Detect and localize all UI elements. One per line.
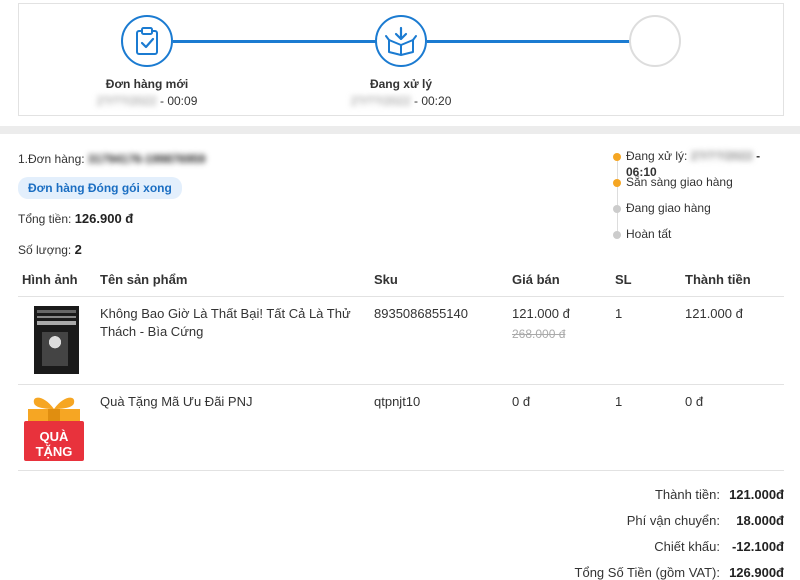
product-name[interactable]: Không Bao Giờ Là Thất Bại! Tất Cả Là Thử… xyxy=(100,305,360,341)
header-sku: Sku xyxy=(374,272,398,287)
product-price: 121.000 đ 268.000 đ xyxy=(512,306,570,341)
summary-shipping: Phí vận chuyển: 18.000đ xyxy=(626,512,784,528)
timeline-dot xyxy=(613,205,621,213)
step-processing-time: 2?/??/2022 - 00:20 xyxy=(350,94,452,108)
product-qty: 1 xyxy=(615,306,623,321)
step-new-date: 2?/??/2022 xyxy=(96,94,157,108)
step-pending-circle xyxy=(629,15,681,67)
order-quantity: Số lượng: 2 xyxy=(18,242,82,257)
step-new-circle xyxy=(121,15,173,67)
step-new-label: Đơn hàng mới xyxy=(105,77,189,91)
order-code-value: 31794176-199876959 xyxy=(87,152,206,166)
product-total: 0 đ xyxy=(685,394,704,409)
summary-subtotal: Thành tiền: 121.000đ xyxy=(654,486,784,502)
summary-grand-total: Tổng Số Tiền (gồm VAT): 126.900đ xyxy=(574,564,784,580)
timeline-dot xyxy=(613,179,621,187)
step-processing-circle xyxy=(375,15,427,67)
order-code: 1.Đơn hàng: 31794176-199876959 xyxy=(18,152,206,166)
header-qty: SL xyxy=(615,272,632,287)
table-header: Hình ảnh Tên sản phẩm Sku Giá bán SL Thà… xyxy=(18,262,784,297)
product-total: 121.000 đ xyxy=(685,306,743,321)
product-image-book[interactable] xyxy=(34,306,79,374)
order-total: Tổng tiền: 126.900 đ xyxy=(18,211,134,226)
product-old-price: 268.000 đ xyxy=(512,327,566,341)
order-info: 1.Đơn hàng: 31794176-199876959 Đơn hàng … xyxy=(18,152,205,257)
product-price: 0 đ xyxy=(512,394,531,409)
header-total: Thành tiền xyxy=(685,272,751,287)
timeline-item: Đang xử lý: 2?/??/2022 - 06:10 xyxy=(612,148,792,179)
timeline-item: Sẵn sàng giao hàng xyxy=(612,174,792,200)
table-row: QUÀ TẶNG Quà Tặng Mã Ưu Đãi PNJ qtpnjt10… xyxy=(18,385,784,471)
timeline-dot xyxy=(613,231,621,239)
status-timeline: Đang xử lý: 2?/??/2022 - 06:10 Sẵn sàng … xyxy=(612,148,792,252)
box-download-icon xyxy=(385,26,417,56)
status-badge: Đơn hàng Đóng gói xong xyxy=(18,177,182,199)
product-sku: 8935086855140 xyxy=(374,306,468,321)
order-progress-card: Đơn hàng mới 2?/??/2022 - 00:09 Đang xử … xyxy=(18,3,784,116)
progress-line-2 xyxy=(427,40,637,43)
header-image: Hình ảnh xyxy=(22,272,78,287)
progress-line-1 xyxy=(173,40,401,43)
table-row: Không Bao Giờ Là Thất Bại! Tất Cả Là Thử… xyxy=(18,297,784,385)
step-new-time: 2?/??/2022 - 00:09 xyxy=(96,94,198,108)
book-cover-image xyxy=(34,306,79,374)
order-quantity-value: 2 xyxy=(74,242,82,257)
summary-discount: Chiết khấu: -12.100đ xyxy=(654,538,784,554)
timeline-item: Hoàn tất xyxy=(612,226,792,252)
header-name: Tên sản phẩm xyxy=(100,272,188,287)
step-processing-label: Đang xử lý xyxy=(369,77,433,91)
header-price: Giá bán xyxy=(512,272,560,287)
products-table: Hình ảnh Tên sản phẩm Sku Giá bán SL Thà… xyxy=(18,262,784,471)
product-name[interactable]: Quà Tặng Mã Ưu Đãi PNJ xyxy=(100,393,360,411)
timeline-item: Đang giao hàng xyxy=(612,200,792,226)
section-divider xyxy=(0,126,800,134)
product-qty: 1 xyxy=(615,394,623,409)
gift-image-text: QUÀ TẶNG xyxy=(35,429,73,459)
step-processing-date: 2?/??/2022 xyxy=(350,94,411,108)
product-image-gift[interactable]: QUÀ TẶNG xyxy=(22,393,86,468)
order-total-value: 126.900 đ xyxy=(74,211,134,226)
clipboard-check-icon xyxy=(136,27,158,55)
timeline-dot xyxy=(613,153,621,161)
product-sku: qtpnjt10 xyxy=(374,394,421,409)
order-summary: Thành tiền: 121.000đ Phí vận chuyển: 18.00… xyxy=(524,481,784,580)
